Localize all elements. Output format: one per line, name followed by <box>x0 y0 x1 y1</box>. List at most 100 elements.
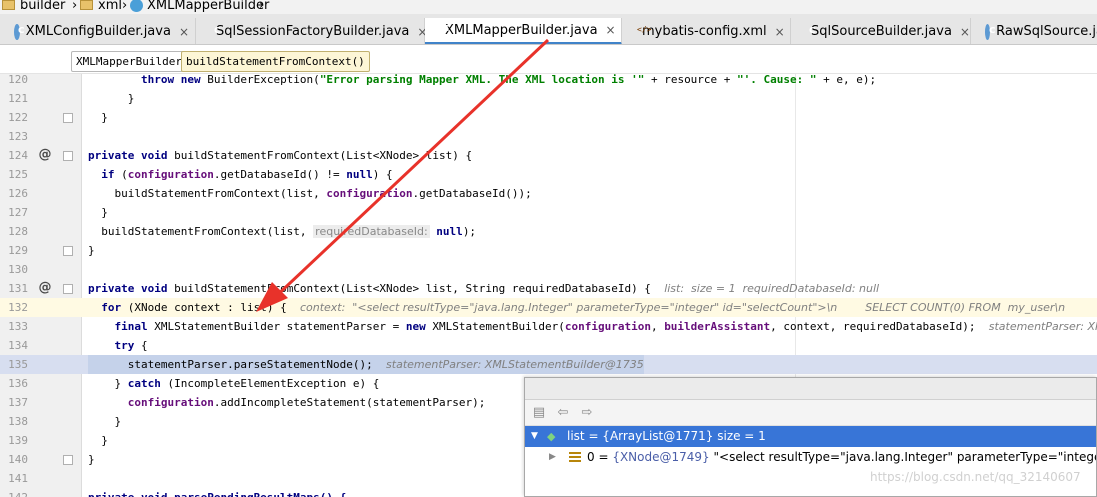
variable-row-item[interactable]: ▶ 0 = {XNode@1749} "<select resultType="… <box>525 447 1096 468</box>
fold-marker-icon[interactable] <box>63 151 73 161</box>
line-number: 135 <box>8 358 28 371</box>
parameter-hint: requiredDatabaseId: <box>313 225 430 238</box>
code-line: 128 buildStatementFromContext(list, requ… <box>0 222 1097 241</box>
popup-title-bar[interactable] <box>525 378 1096 400</box>
class-icon <box>14 23 24 40</box>
code-text: } <box>88 415 122 428</box>
code-line: 124 @ private void buildStatementFromCon… <box>0 146 1097 165</box>
line-number: 122 <box>8 111 28 124</box>
structure-crumb-method[interactable]: buildStatementFromContext() <box>181 51 370 72</box>
tab-label: XMLConfigBuilder.java <box>25 24 171 39</box>
code-line-execution-point: 135 statementParser.parseStatementNode()… <box>0 355 1097 374</box>
tab-xmlconfigbuilder[interactable]: XMLConfigBuilder.java × <box>0 18 196 44</box>
class-icon <box>985 23 996 40</box>
inline-debug-value: statementParser: XMLStatementBuilder@173… <box>386 358 644 371</box>
code-line: 121 } <box>0 89 1097 108</box>
chevron-right-icon: › <box>122 0 128 13</box>
code-line: 129 } <box>0 241 1097 260</box>
tab-label: SqlSessionFactoryBuilder.java <box>216 24 410 39</box>
variable-icon: ◆ <box>547 430 556 443</box>
line-number: 127 <box>8 206 28 219</box>
tab-rawsqlsource[interactable]: RawSqlSource.ja <box>971 18 1097 44</box>
code-line: 122 } <box>0 108 1097 127</box>
variable-text: list = {ArrayList@1771} size = 1 <box>567 429 766 443</box>
breadcrumb-xml[interactable]: xml <box>80 0 122 13</box>
folder-icon <box>2 0 15 10</box>
fold-marker-icon[interactable] <box>63 284 73 294</box>
back-arrow-icon[interactable]: ⇦ <box>555 405 571 421</box>
line-number: 124 <box>8 149 28 162</box>
structure-crumb-class[interactable]: XMLMapperBuilder <box>71 51 187 72</box>
navigation-bar: builder › xml › XMLMapperBuilder › <box>0 0 1097 14</box>
line-number: 141 <box>8 472 28 485</box>
code-text: configuration.addIncompleteStatement(sta… <box>88 396 486 409</box>
method-marker-icon[interactable]: @ <box>38 148 52 162</box>
code-text: final XMLStatementBuilder statementParse… <box>88 317 1097 336</box>
code-text: } <box>88 92 135 105</box>
line-number: 130 <box>8 263 28 276</box>
chevron-right-icon: › <box>72 0 78 13</box>
line-number: 136 <box>8 377 28 390</box>
line-number: 133 <box>8 320 28 333</box>
breadcrumb-label: XMLMapperBuilder <box>147 0 270 13</box>
code-text: } <box>88 434 108 447</box>
tab-label: SqlSourceBuilder.java <box>811 24 952 39</box>
code-text: throw new BuilderException("Error parsin… <box>88 74 877 86</box>
tab-sqlsessionfactorybuilder[interactable]: SqlSessionFactoryBuilder.java × <box>196 18 427 44</box>
code-text: for (XNode context : list) { context: "<… <box>88 301 1066 314</box>
watermark: https://blog.csdn.net/qq_32140607 <box>870 470 1081 484</box>
variable-text: 0 = {XNode@1749} "<select resultType="ja… <box>587 450 1097 464</box>
code-text: if (configuration.getDatabaseId() != nul… <box>88 168 393 181</box>
breadcrumb-builder[interactable]: builder <box>2 0 65 13</box>
close-icon[interactable]: × <box>960 25 970 39</box>
fold-marker-icon[interactable] <box>63 246 73 256</box>
class-icon <box>130 0 143 12</box>
close-icon[interactable]: × <box>179 25 189 39</box>
close-icon[interactable]: × <box>775 25 785 39</box>
breadcrumb-xmlmapperbuilder[interactable]: XMLMapperBuilder <box>130 0 269 13</box>
code-text: buildStatementFromContext(list, configur… <box>88 187 532 200</box>
structure-breadcrumb: XMLMapperBuilder buildStatementFromConte… <box>0 45 1097 74</box>
code-line: 131 @ private void buildStatementFromCon… <box>0 279 1097 298</box>
inline-debug-value: list: size = 1 requiredDatabaseId: null <box>664 282 880 295</box>
line-number: 132 <box>8 301 28 314</box>
expand-triangle-icon[interactable]: ▶ <box>549 447 556 468</box>
method-marker-icon[interactable]: @ <box>38 281 52 295</box>
collapse-triangle-icon[interactable]: ▼ <box>531 426 538 447</box>
fold-marker-icon[interactable] <box>63 455 73 465</box>
code-text: } <box>88 453 95 466</box>
line-number: 139 <box>8 434 28 447</box>
tab-sqlsourcebuilder[interactable]: SqlSourceBuilder.java × <box>791 18 971 44</box>
code-line: 126 buildStatementFromContext(list, conf… <box>0 184 1097 203</box>
code-text: private void buildStatementFromContext(L… <box>88 149 473 162</box>
code-text: private void buildStatementFromContext(L… <box>88 282 880 295</box>
close-icon[interactable]: × <box>606 23 616 37</box>
line-number: 129 <box>8 244 28 257</box>
breadcrumb-label: xml <box>98 0 122 13</box>
line-number: 131 <box>8 282 28 295</box>
tab-label: mybatis-config.xml <box>642 24 767 39</box>
code-line: 125 if (configuration.getDatabaseId() !=… <box>0 165 1097 184</box>
tab-mybatis-config[interactable]: mybatis-config.xml × <box>622 18 791 44</box>
line-number: 123 <box>8 130 28 143</box>
editor-tab-bar: XMLConfigBuilder.java × SqlSessionFactor… <box>0 14 1097 45</box>
watches-icon[interactable]: ▤ <box>531 405 547 421</box>
code-line: 123 <box>0 127 1097 146</box>
code-line: 120 throw new BuilderException("Error pa… <box>0 74 1097 89</box>
code-text: } <box>88 244 95 257</box>
variable-row-list[interactable]: ▼ ◆ list = {ArrayList@1771} size = 1 <box>525 426 1096 447</box>
fold-marker-icon[interactable] <box>63 113 73 123</box>
code-text: } catch (IncompleteElementException e) { <box>88 377 380 390</box>
code-text: try { <box>88 339 148 352</box>
code-text: buildStatementFromContext(list, required… <box>88 225 477 238</box>
forward-arrow-icon[interactable]: ⇨ <box>579 405 595 421</box>
line-number: 138 <box>8 415 28 428</box>
line-number: 142 <box>0 488 28 497</box>
code-text: statementParser.parseStatementNode(); st… <box>88 355 644 374</box>
line-number: 137 <box>8 396 28 409</box>
line-number: 128 <box>8 225 28 238</box>
tab-label: RawSqlSource.ja <box>996 24 1097 39</box>
tab-xmlmapperbuilder[interactable]: XMLMapperBuilder.java × <box>425 18 622 44</box>
tab-label: XMLMapperBuilder.java <box>445 22 598 38</box>
line-number: 125 <box>8 168 28 181</box>
